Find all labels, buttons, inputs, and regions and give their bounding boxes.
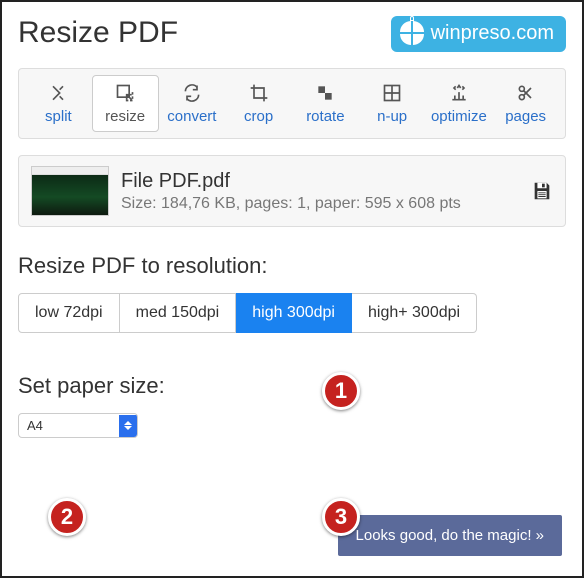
tool-convert[interactable]: convert: [159, 75, 226, 132]
page-title: Resize PDF: [18, 16, 178, 50]
file-meta: Size: 184,76 KB, pages: 1, paper: 595 x …: [121, 195, 519, 213]
tool-resize[interactable]: resize: [92, 75, 159, 132]
paper-size-value: A4: [19, 414, 119, 437]
resolution-label: Resize PDF to resolution:: [18, 253, 566, 279]
app-frame: Resize PDF winpreso.com split resize con…: [0, 0, 584, 578]
crop-icon: [248, 82, 270, 104]
tool-label: pages: [505, 108, 546, 125]
pages-icon: [515, 82, 537, 104]
resolution-section: Resize PDF to resolution: low 72dpi med …: [18, 253, 566, 333]
tool-split[interactable]: split: [25, 75, 92, 132]
resolution-option-highplus[interactable]: high+ 300dpi: [352, 293, 477, 333]
do-magic-button[interactable]: Looks good, do the magic! »: [338, 515, 562, 556]
tool-label: crop: [244, 108, 273, 125]
resize-icon: [114, 82, 136, 104]
header: Resize PDF winpreso.com: [18, 12, 566, 56]
nup-icon: [381, 82, 403, 104]
file-name: File PDF.pdf: [121, 170, 519, 193]
tool-label: n-up: [377, 108, 407, 125]
resolution-option-high[interactable]: high 300dpi: [236, 293, 352, 333]
tool-label: split: [45, 108, 72, 125]
paper-label: Set paper size:: [18, 373, 566, 399]
brand-text: winpreso.com: [431, 22, 554, 45]
tool-nup[interactable]: n-up: [359, 75, 426, 132]
tool-pages[interactable]: pages: [492, 75, 559, 132]
tool-label: convert: [167, 108, 216, 125]
rotate-icon: [314, 82, 336, 104]
split-icon: [47, 82, 69, 104]
file-info: File PDF.pdf Size: 184,76 KB, pages: 1, …: [121, 170, 519, 213]
tool-optimize[interactable]: optimize: [426, 75, 493, 132]
tool-label: optimize: [431, 108, 487, 125]
tool-toolbar: split resize convert crop rotate: [18, 68, 566, 139]
convert-icon: [181, 82, 203, 104]
tool-crop[interactable]: crop: [225, 75, 292, 132]
resolution-options: low 72dpi med 150dpi high 300dpi high+ 3…: [18, 293, 566, 333]
brand-badge[interactable]: winpreso.com: [391, 16, 566, 52]
resolution-option-med[interactable]: med 150dpi: [120, 293, 237, 333]
file-panel: File PDF.pdf Size: 184,76 KB, pages: 1, …: [18, 155, 566, 227]
tool-label: rotate: [306, 108, 344, 125]
brand-logo-icon: [399, 20, 425, 46]
optimize-icon: [448, 82, 470, 104]
paper-section: Set paper size: A4: [18, 373, 566, 438]
file-thumbnail: [31, 166, 109, 216]
resolution-option-low[interactable]: low 72dpi: [18, 293, 120, 333]
paper-size-select[interactable]: A4: [18, 413, 138, 438]
callout-2: 2: [48, 498, 86, 536]
save-icon[interactable]: [531, 180, 553, 202]
select-arrows-icon: [119, 415, 137, 437]
tool-rotate[interactable]: rotate: [292, 75, 359, 132]
tool-label: resize: [105, 108, 145, 125]
